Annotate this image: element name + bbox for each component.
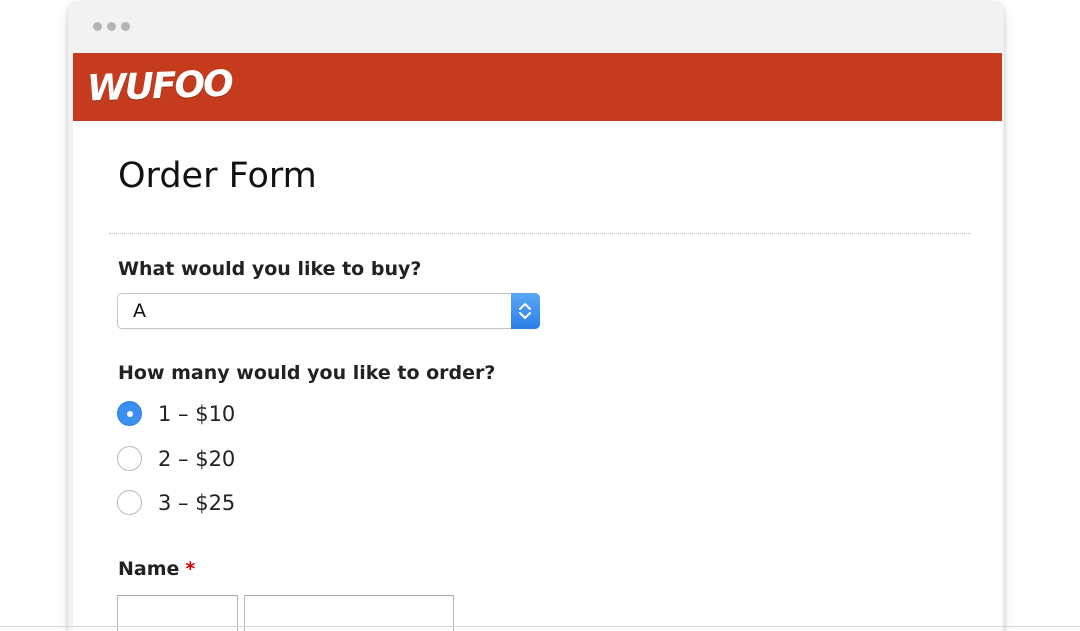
buy-question-label: What would you like to buy? [118,258,422,280]
name-label-text: Name [118,558,180,580]
quantity-option-3[interactable]: 3 – $25 [117,490,235,515]
wufoo-logo: WUFOO [86,63,233,110]
radio-checked-icon[interactable] [117,401,142,426]
required-marker: * [185,558,196,580]
quantity-option-label: 1 – $10 [158,401,236,426]
window-controls [93,22,130,31]
quantity-question-label: How many would you like to order? [118,362,496,384]
product-select-value: A [133,300,146,322]
window-titlebar [68,2,1004,53]
product-select[interactable]: A [117,293,540,329]
quantity-option-2[interactable]: 2 – $20 [117,446,235,471]
screenshot-stage: WUFOO Order Form What would you like to … [0,0,1080,631]
quantity-option-label: 3 – $25 [158,490,236,515]
quantity-option-label: 2 – $20 [158,446,236,471]
radio-unchecked-icon[interactable] [117,446,142,471]
quantity-option-1[interactable]: 1 – $10 [117,401,235,426]
browser-window: WUFOO Order Form What would you like to … [68,2,1004,631]
select-stepper-icon[interactable] [511,293,540,329]
form-title: Order Form [118,156,317,196]
bottom-divider [0,626,1080,627]
title-divider [109,233,971,234]
window-dot-2-icon[interactable] [107,22,116,31]
radio-unchecked-icon[interactable] [117,490,142,515]
page-content: WUFOO Order Form What would you like to … [73,53,1002,631]
name-field-label: Name * [118,558,195,580]
brand-header: WUFOO [73,53,1002,121]
window-dot-1-icon[interactable] [93,22,102,31]
window-dot-3-icon[interactable] [121,22,130,31]
